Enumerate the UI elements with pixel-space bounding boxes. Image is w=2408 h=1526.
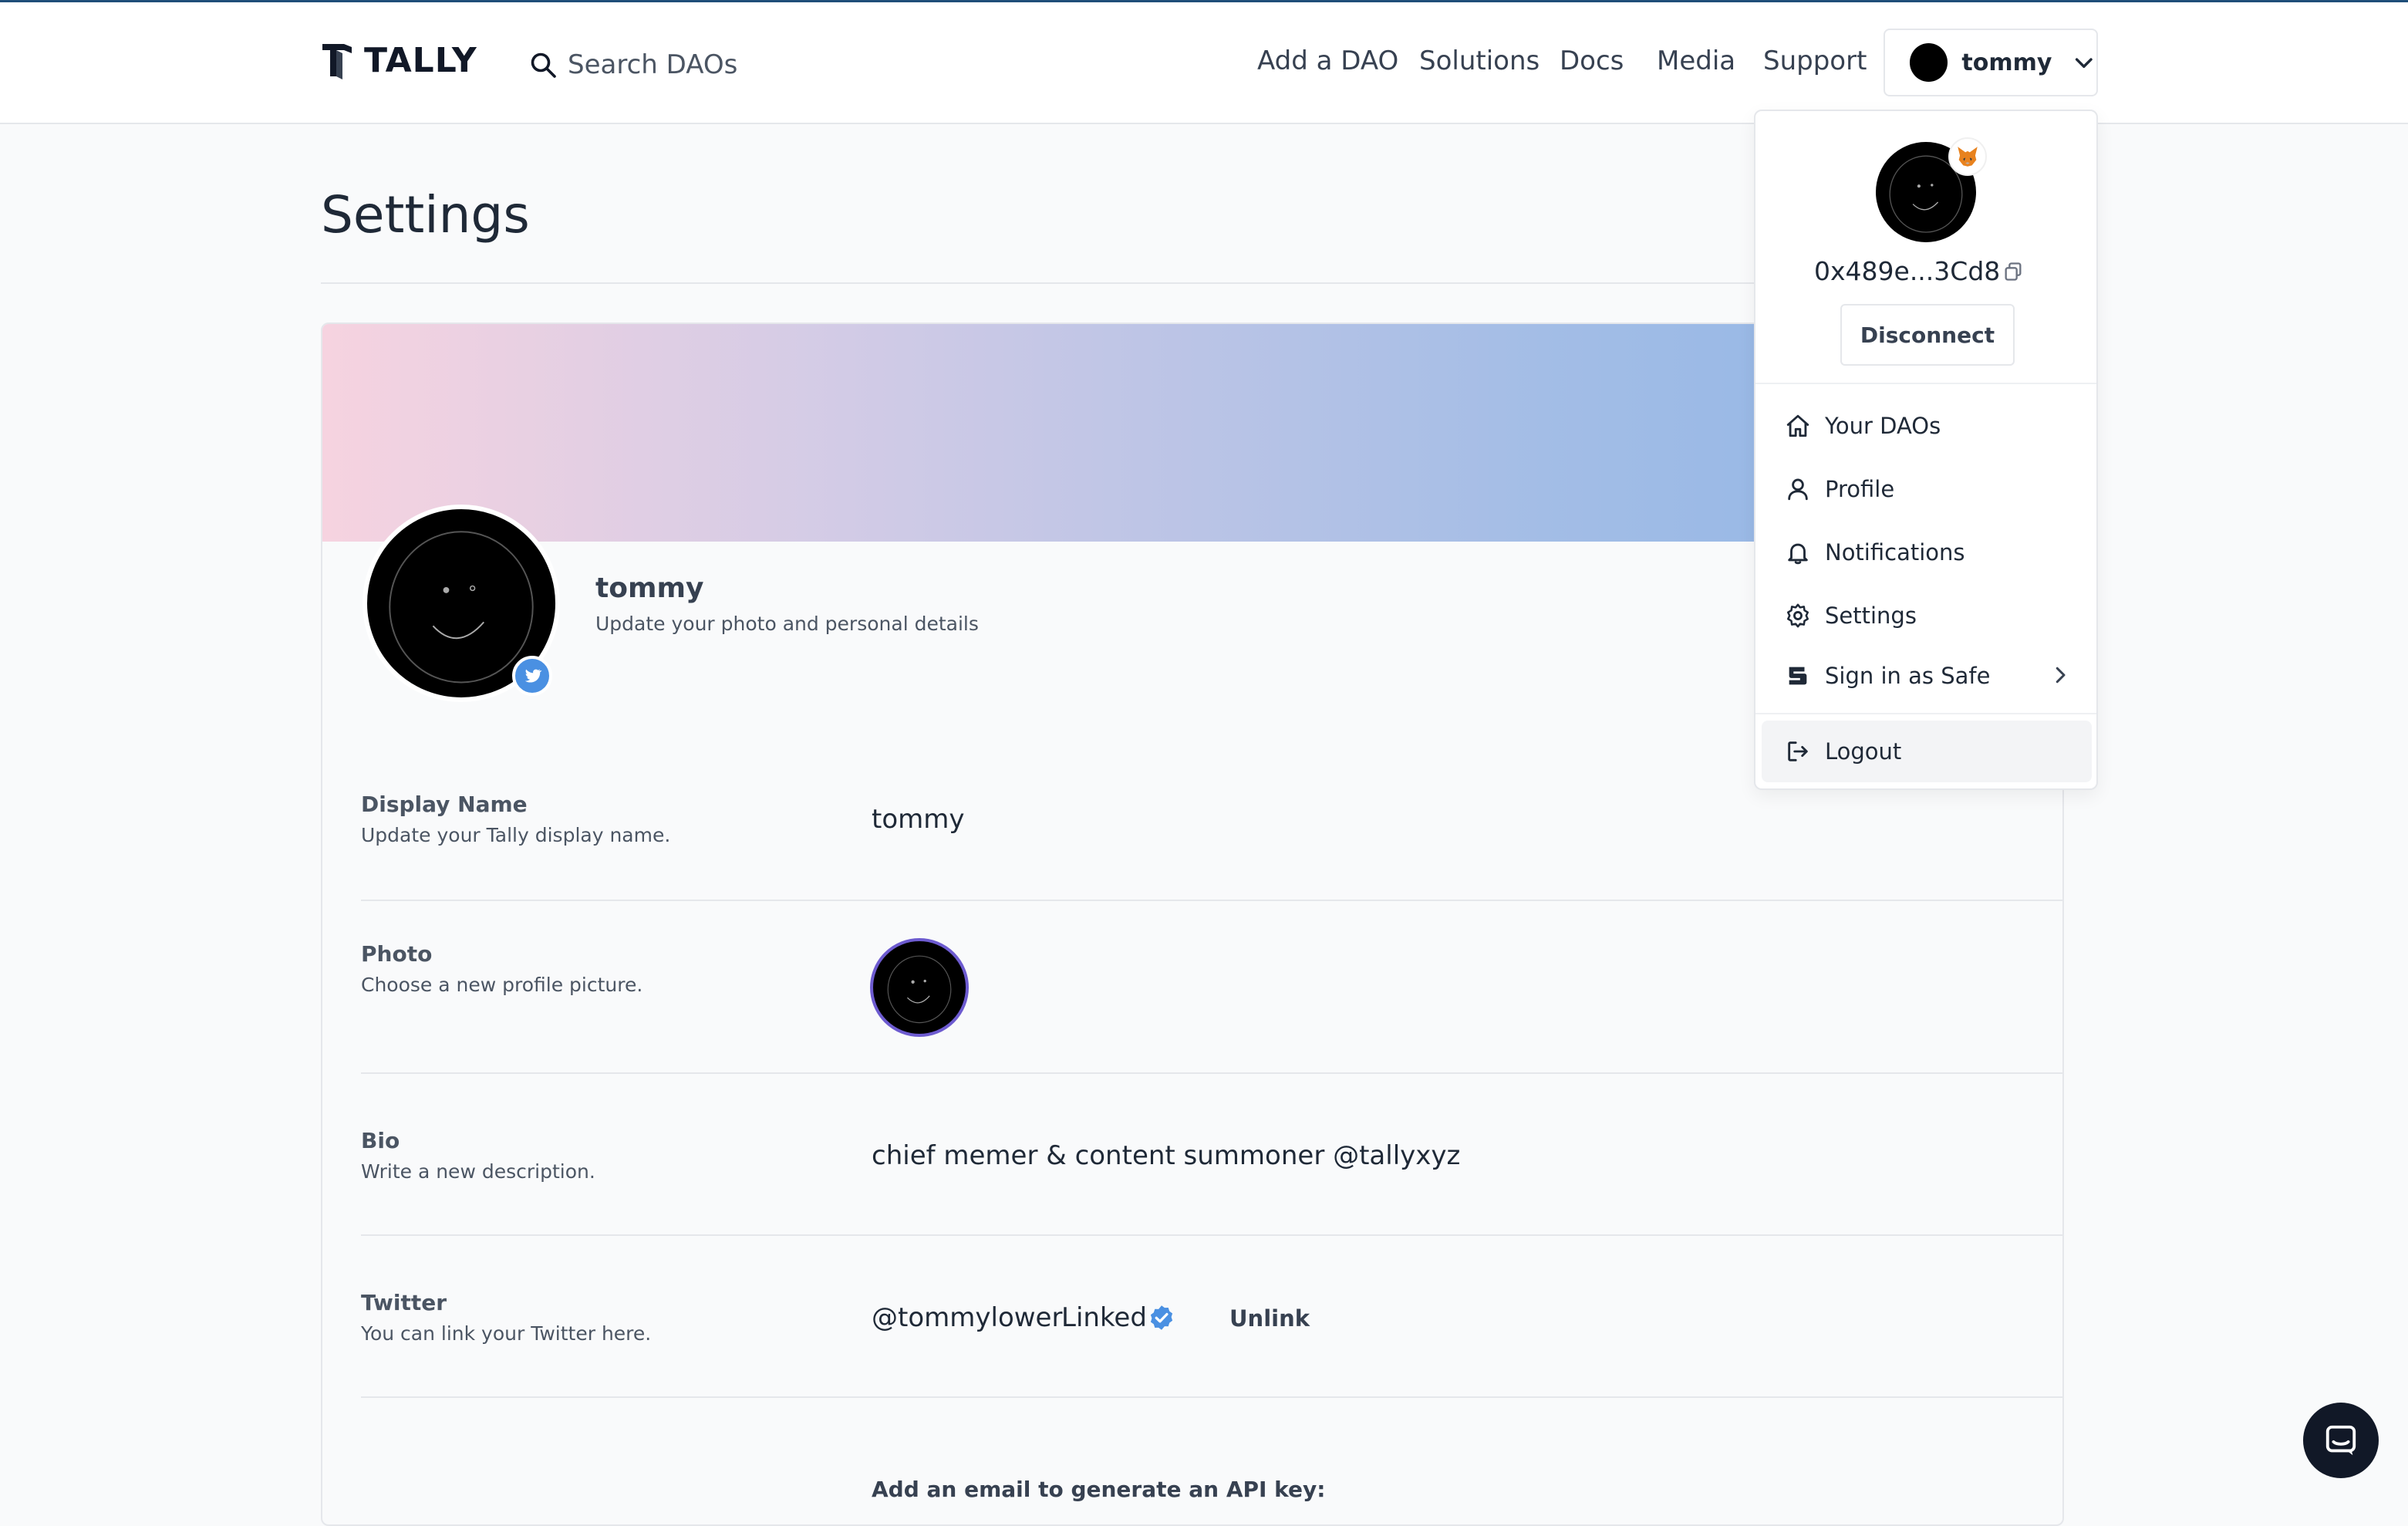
menu-item-settings[interactable]: Settings [1762,585,2092,647]
profile-photo-picker[interactable] [870,938,969,1037]
smiley-avatar-icon [887,955,952,1024]
wallet-address: 0x489e...3Cd8 [1814,256,2001,286]
nav-support[interactable]: Support [1763,46,1867,76]
dropdown-divider [1755,383,2096,384]
bio-label: Bio [361,1128,400,1153]
home-icon [1786,414,1809,437]
logout-label: Logout [1825,738,1902,765]
title-divider [321,282,1755,284]
unlink-twitter-button[interactable]: Unlink [1229,1305,1310,1332]
tally-logo-icon [322,44,352,79]
nav-solutions[interactable]: Solutions [1419,46,1540,76]
menu-item-sign-in-safe[interactable]: Sign in as Safe [1762,645,2092,707]
page-title: Settings [321,185,530,245]
bio-desc: Write a new description. [361,1160,595,1183]
dropdown-divider [1755,713,2096,714]
display-name-desc: Update your Tally display name. [361,824,671,846]
search-placeholder: Search DAOs [568,49,738,80]
nav-docs[interactable]: Docs [1560,46,1624,76]
account-dropdown: 0x489e...3Cd8 Disconnect Your DAOs Profi… [1754,110,2098,790]
twitter-handle: @tommylower [872,1302,1063,1333]
logout-button[interactable]: Logout [1762,721,2092,782]
row-divider [361,1396,2062,1398]
chat-support-button[interactable] [2303,1403,2379,1478]
user-menu-button[interactable]: tommy [1884,29,2098,96]
user-icon [1788,478,1808,501]
bio-field[interactable]: chief memer & content summoner @tallyxyz [872,1140,1460,1171]
brand-name: TALLY [364,40,477,80]
disconnect-button[interactable]: Disconnect [1840,304,2015,366]
logout-icon [1788,741,1808,761]
menu-item-notifications[interactable]: Notifications [1762,522,2092,583]
user-name: tommy [1961,49,2052,76]
photo-desc: Choose a new profile picture. [361,974,643,996]
menu-item-label: Settings [1825,603,1917,629]
row-divider [361,1234,2062,1236]
metamask-icon [1948,137,1987,176]
avatar [1910,43,1948,82]
twitter-label: Twitter [361,1290,447,1315]
profile-subtitle: Update your photo and personal details [595,613,979,635]
chevron-down-icon [2076,58,2093,68]
chevron-right-icon [2056,667,2066,684]
menu-item-label: Your DAOs [1825,413,1941,439]
twitter-status: Linked [1061,1302,1147,1333]
safe-icon [1789,667,1807,685]
chat-icon [2325,1425,2356,1456]
top-header: TALLY Search DAOs Add a DAO Solutions Do… [0,2,2408,124]
twitter-icon [524,669,542,683]
twitter-badge [512,656,552,696]
nav-media[interactable]: Media [1657,46,1735,76]
nav-add-dao[interactable]: Add a DAO [1257,46,1398,76]
menu-item-label: Sign in as Safe [1825,663,1991,689]
verified-check-icon [1150,1305,1173,1330]
profile-name: tommy [595,572,704,604]
row-divider [361,1072,2062,1074]
display-name-field[interactable]: tommy [872,804,965,835]
photo-label: Photo [361,941,433,967]
search-icon [531,52,556,78]
twitter-desc: You can link your Twitter here. [361,1322,652,1345]
tally-logo[interactable]: TALLY [321,40,477,80]
copy-icon[interactable] [2002,261,2024,282]
display-name-label: Display Name [361,792,528,817]
menu-item-label: Profile [1825,476,1895,502]
menu-item-profile[interactable]: Profile [1762,458,2092,520]
menu-item-your-daos[interactable]: Your DAOs [1762,395,2092,457]
gear-icon [1786,603,1809,628]
menu-item-label: Notifications [1825,539,1965,565]
row-divider [361,900,2062,901]
api-key-prompt: Add an email to generate an API key: [872,1477,1326,1502]
bell-icon [1788,543,1808,565]
search-daos[interactable]: Search DAOs [529,46,737,84]
